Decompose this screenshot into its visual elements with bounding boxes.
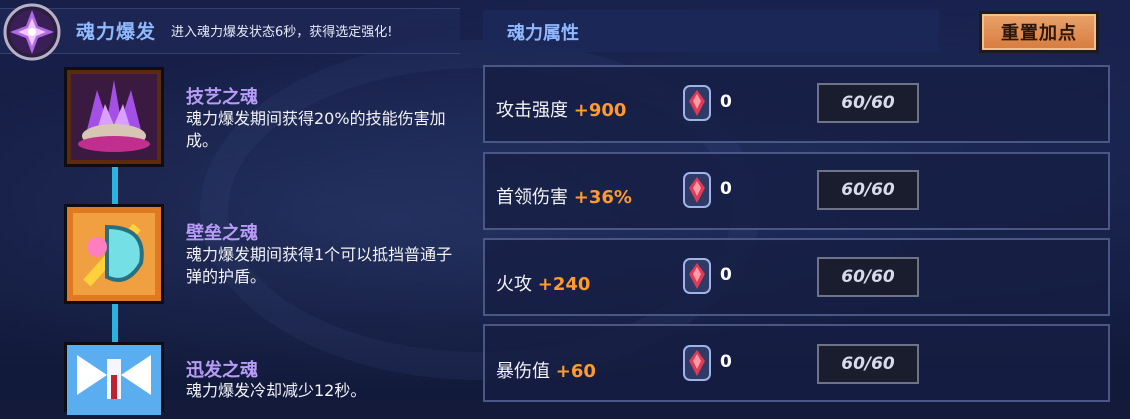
- skill-description: 魂力爆发期间获得20%的技能伤害加成。: [186, 109, 446, 150]
- header-title: 魂力爆发: [76, 21, 157, 43]
- reset-points-button[interactable]: 重置加点: [979, 11, 1099, 53]
- attribute-label: 火攻: [496, 274, 532, 295]
- attribute-level: 60/60: [817, 83, 919, 123]
- skill-name: 壁垒之魂: [186, 223, 258, 244]
- soul-gem-icon: [683, 258, 711, 294]
- soul-gem-icon: [683, 172, 711, 208]
- soul-burst-emblem-icon: [3, 3, 61, 61]
- gem-count: 0: [720, 92, 732, 112]
- skill-icon-bulwark-soul[interactable]: [64, 204, 164, 304]
- attribute-name: 攻击强度 +900: [496, 96, 626, 122]
- attribute-label: 攻击强度: [496, 100, 568, 121]
- attribute-bonus: +36%: [573, 187, 632, 208]
- skill-connector: [112, 165, 118, 205]
- attribute-name: 首领伤害 +36%: [496, 183, 632, 209]
- header-description: 进入魂力爆发状态6秒，获得选定强化!: [171, 25, 393, 40]
- attribute-label: 首领伤害: [496, 187, 568, 208]
- attribute-bonus: +240: [537, 274, 591, 295]
- skill-description: 魂力爆发冷却减少12秒。: [186, 381, 367, 400]
- soul-gem-icon: [683, 85, 711, 121]
- skill-icon-swift-soul[interactable]: [64, 342, 164, 415]
- attribute-name: 暴伤值 +60: [496, 357, 596, 383]
- blue-winged-icon: [67, 345, 161, 415]
- orange-shield-icon: [67, 207, 161, 301]
- attributes-title: 魂力属性: [507, 23, 579, 44]
- purple-crystal-shell-icon: [67, 70, 161, 164]
- gem-count: 0: [720, 179, 732, 199]
- skill-name: 迅发之魂: [186, 360, 258, 381]
- attribute-level: 60/60: [817, 257, 919, 297]
- gem-count: 0: [720, 265, 732, 285]
- attribute-label: 暴伤值: [496, 361, 550, 382]
- gem-count: 0: [720, 352, 732, 372]
- attribute-level: 60/60: [817, 170, 919, 210]
- skill-icon-craft-soul[interactable]: [64, 67, 164, 167]
- attribute-bonus: +60: [555, 361, 596, 382]
- attribute-bonus: +900: [573, 100, 627, 121]
- skill-name: 技艺之魂: [186, 87, 258, 108]
- soul-gem-icon: [683, 345, 711, 381]
- attribute-name: 火攻 +240: [496, 270, 590, 296]
- skill-description: 魂力爆发期间获得1个可以抵挡普通子弹的护盾。: [186, 245, 453, 286]
- skill-connector: [112, 300, 118, 345]
- attribute-level: 60/60: [817, 344, 919, 384]
